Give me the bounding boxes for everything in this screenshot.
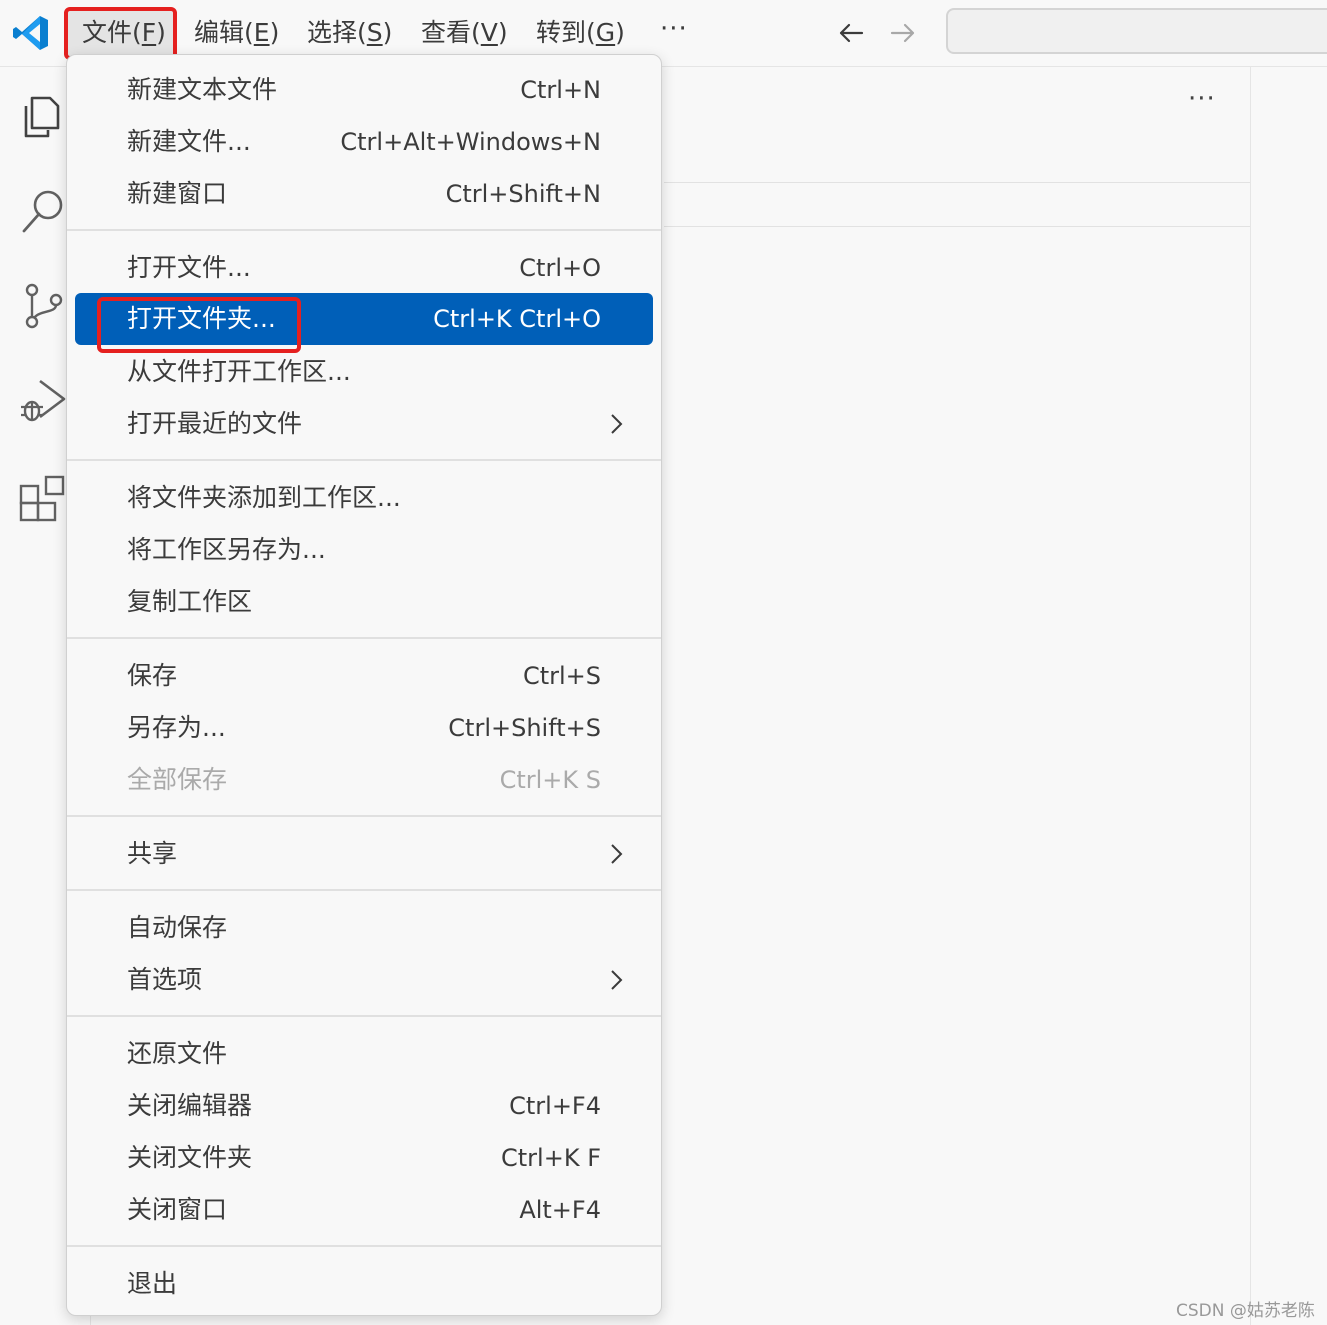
forward-arrow-icon[interactable] — [888, 18, 918, 48]
menu-separator — [67, 815, 661, 817]
menu-item-new-window[interactable]: 新建窗口 Ctrl+Shift+N — [75, 169, 653, 219]
menu-go[interactable]: 转到(G) — [536, 16, 625, 50]
run-debug-icon[interactable] — [18, 375, 68, 425]
menu-separator — [67, 1245, 661, 1247]
editor-edge — [1250, 67, 1251, 1325]
menu-item-open-recent[interactable]: 打开最近的文件 — [75, 399, 653, 449]
explorer-files-icon[interactable] — [18, 90, 68, 140]
menu-separator — [67, 229, 661, 231]
source-control-icon[interactable] — [18, 280, 68, 330]
chevron-right-icon — [611, 414, 623, 434]
menu-view[interactable]: 查看(V) — [421, 16, 508, 50]
menu-item-add-folder-to-workspace[interactable]: 将文件夹添加到工作区... — [75, 473, 653, 523]
back-arrow-icon[interactable] — [836, 18, 866, 48]
menu-item-save[interactable]: 保存 Ctrl+S — [75, 651, 653, 701]
menu-item-close-window[interactable]: 关闭窗口 Alt+F4 — [75, 1185, 653, 1235]
menu-selection[interactable]: 选择(S) — [307, 16, 392, 50]
watermark: CSDN @姑苏老陈 — [1176, 1301, 1315, 1321]
extensions-icon[interactable] — [18, 472, 68, 522]
editor-divider — [664, 226, 1250, 227]
menu-item-revert-file[interactable]: 还原文件 — [75, 1029, 653, 1079]
menu-item-preferences[interactable]: 首选项 — [75, 955, 653, 1005]
menu-more-icon[interactable]: ··· — [660, 14, 688, 44]
menu-separator — [67, 459, 661, 461]
menu-item-share[interactable]: 共享 — [75, 829, 653, 879]
menu-edit[interactable]: 编辑(E) — [194, 16, 279, 50]
menu-separator — [67, 637, 661, 639]
menu-separator — [67, 1015, 661, 1017]
command-center-search[interactable] — [946, 8, 1327, 54]
open-folder-annotation — [97, 297, 301, 353]
menu-item-new-file[interactable]: 新建文件... Ctrl+Alt+Windows+N — [75, 117, 653, 167]
menu-item-close-editor[interactable]: 关闭编辑器 Ctrl+F4 — [75, 1081, 653, 1131]
menu-file[interactable]: 文件(F) — [82, 16, 166, 50]
menu-item-new-text-file[interactable]: 新建文本文件 Ctrl+N — [75, 65, 653, 115]
file-dropdown-menu: 新建文本文件 Ctrl+N 新建文件... Ctrl+Alt+Windows+N… — [66, 54, 662, 1316]
editor-more-actions-icon[interactable]: ··· — [1188, 84, 1216, 114]
menu-item-close-folder[interactable]: 关闭文件夹 Ctrl+K F — [75, 1133, 653, 1183]
menu-item-exit[interactable]: 退出 — [75, 1259, 653, 1309]
menu-item-save-workspace-as[interactable]: 将工作区另存为... — [75, 525, 653, 575]
search-icon[interactable] — [18, 185, 68, 235]
editor-divider — [664, 182, 1250, 183]
chevron-right-icon — [611, 844, 623, 864]
menu-item-open-workspace-from-file[interactable]: 从文件打开工作区... — [75, 347, 653, 397]
chevron-right-icon — [611, 970, 623, 990]
menu-item-save-as[interactable]: 另存为... Ctrl+Shift+S — [75, 703, 653, 753]
menu-item-open-file[interactable]: 打开文件... Ctrl+O — [75, 243, 653, 293]
menu-item-auto-save[interactable]: 自动保存 — [75, 903, 653, 953]
menu-separator — [67, 889, 661, 891]
menu-item-save-all: 全部保存 Ctrl+K S — [127, 765, 601, 794]
vscode-logo-icon[interactable] — [12, 14, 50, 52]
menu-item-duplicate-workspace[interactable]: 复制工作区 — [75, 577, 653, 627]
